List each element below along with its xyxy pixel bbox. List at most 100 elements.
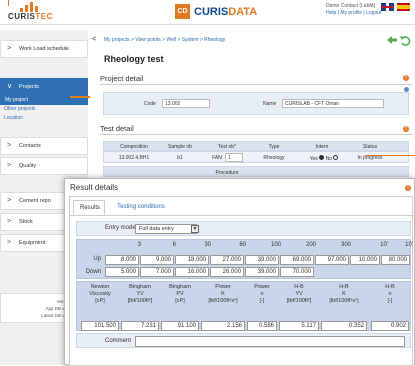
result-header: Bingham PV [cP] [161,284,199,305]
brand-name-b: DATA [228,6,258,18]
decor-line [70,96,90,98]
up-cell[interactable]: 80.000 [381,255,410,265]
result-cell: 5.117 [279,321,319,331]
back-refresh-icons[interactable] [386,34,412,46]
breadcrumb[interactable]: My projects > View points > Well > Syste… [104,37,225,43]
result-header-line: YV [136,291,144,297]
down-cell[interactable]: 7.000 [140,267,174,277]
result-header: Power n [-] [247,284,277,305]
cell-sample-nb: b1 [177,155,183,161]
up-cell[interactable]: 9.000 [140,255,174,265]
result-header-line: Bingham [129,284,151,290]
entry-mode-select[interactable]: Full data entry [135,224,197,234]
dialog-content: Results Testing conditions Entry mode Fu… [69,196,414,366]
info-icon[interactable]: ! [403,126,409,132]
logo-text-a: CURIS [8,12,36,21]
result-header-line: n [260,291,264,297]
result-header-line: [lbf/100ft²] [286,298,312,304]
spanish-flag-icon[interactable] [397,3,410,11]
sidebar-item-label: Work Load schedule [19,46,70,52]
tab-results[interactable]: Results [73,200,105,215]
sidebar-subitem-other-projects[interactable]: Other projects [4,106,35,112]
up-cell[interactable]: 39.000 [245,255,279,265]
sidebar-item-label: Projects [19,84,39,90]
up-cell[interactable]: 8.000 [105,255,139,265]
result-cell: 91.100 [161,321,199,331]
sidebar-item-quality[interactable]: > Quality [0,157,88,175]
result-cell: 0.586 [247,321,277,331]
chevron-right-icon: > [7,142,12,149]
result-header-line: Power [254,284,270,290]
tab-divider [70,215,414,216]
speed-header: 100 [270,242,281,248]
result-header-line: H-B [294,284,304,290]
tab-testing-conditions[interactable]: Testing conditions [110,200,172,215]
up-cell[interactable]: 27.000 [210,255,244,265]
up-cell[interactable]: 18.000 [175,255,209,265]
up-cell[interactable]: 10.000 [350,255,380,265]
name-field: CURISLAB - CFT Oman [282,99,384,108]
radio-yes-icon[interactable] [319,155,325,160]
user-links[interactable]: Help | My profile | Logout [326,10,381,16]
result-header-line: [-] [259,298,265,304]
result-header: H-B K [lbf/100ft²sⁿ] [321,284,367,305]
sidebar-item-projects[interactable]: ∨ Projects [0,78,88,96]
dropdown-arrow-icon[interactable]: ▼ [191,225,199,233]
col-intern: Intern [315,144,329,150]
sidebar-item-label: Quality [19,163,37,169]
down-cell[interactable]: 70.000 [280,267,314,277]
down-cell[interactable]: 16.000 [175,267,209,277]
chevron-down-icon: ∨ [7,83,13,90]
up-cell[interactable]: 97.000 [315,255,349,265]
result-header-line: H-B [339,284,349,290]
brand-name-a: CURIS [194,6,229,18]
speed-header: 300 [340,242,351,248]
col-status: Status [362,144,378,150]
chevron-right-icon: > [7,45,12,52]
sidebar-subitem-location[interactable]: Location [4,115,23,121]
comment-row: Comment [76,333,411,348]
code-field: 13.002 [162,99,210,108]
info-icon[interactable]: ! [405,185,411,191]
dialog-title: Result details [70,183,119,192]
down-cell[interactable]: 26.000 [210,267,244,277]
down-cell[interactable]: 39.000 [245,267,279,277]
brand-cd-icon: CD [175,4,190,19]
procedure-header: Procedure [103,166,409,177]
collapse-sidebar-icon[interactable]: < [92,36,96,43]
test-detail-title: Test detail [100,124,134,133]
results-table: Newton Viscosity [cP] Bingham YV [lbf/100ft²… [76,281,411,331]
cell-type: Rheology [263,155,285,161]
info-icon[interactable]: ! [403,75,409,81]
up-cell[interactable]: 69.000 [280,255,314,265]
english-flag-icon[interactable] [381,3,394,11]
test-nb-input[interactable]: 1 [225,153,243,162]
speed-header: 200 [305,242,316,248]
result-header: Newton Viscosity [cP] [81,284,119,305]
radio-no-label: No [325,156,332,162]
sidebar-item-contacts[interactable]: > Contacts [0,137,88,155]
sidebar-item-workload[interactable]: > Work Load schedule [0,40,88,58]
speed-header: 60 [239,242,246,248]
radio-no-icon[interactable] [333,155,339,160]
result-cell: 7.231 [121,321,159,331]
nav-icons [386,34,412,48]
project-detail-box: Code 13.002 Name CURISLAB - CFT Oman [103,92,409,115]
result-header-line: [cP] [175,298,185,304]
divider [100,134,412,135]
down-cell[interactable]: 5.000 [105,267,139,277]
curistec-logo: CURISTEC [6,2,54,22]
result-header-line: Viscosity [89,291,111,297]
up-label: Up [93,256,101,262]
test-detail-header: Composition Sample nb Test nb* Type Inte… [103,141,409,151]
result-header: H-B YV [lbf/100ft²] [279,284,319,305]
cell-test-prefix: FAN [212,155,222,161]
speed-header: 10' [405,242,413,248]
comment-input[interactable] [135,336,405,347]
intern-radios[interactable]: Yes No [302,155,346,162]
result-header-line: n [388,291,392,297]
divider [100,84,412,85]
result-header-line: [lbf/100ft²sⁿ] [329,298,359,304]
chevron-right-icon: > [7,162,12,169]
chevron-right-icon: > [7,239,12,246]
